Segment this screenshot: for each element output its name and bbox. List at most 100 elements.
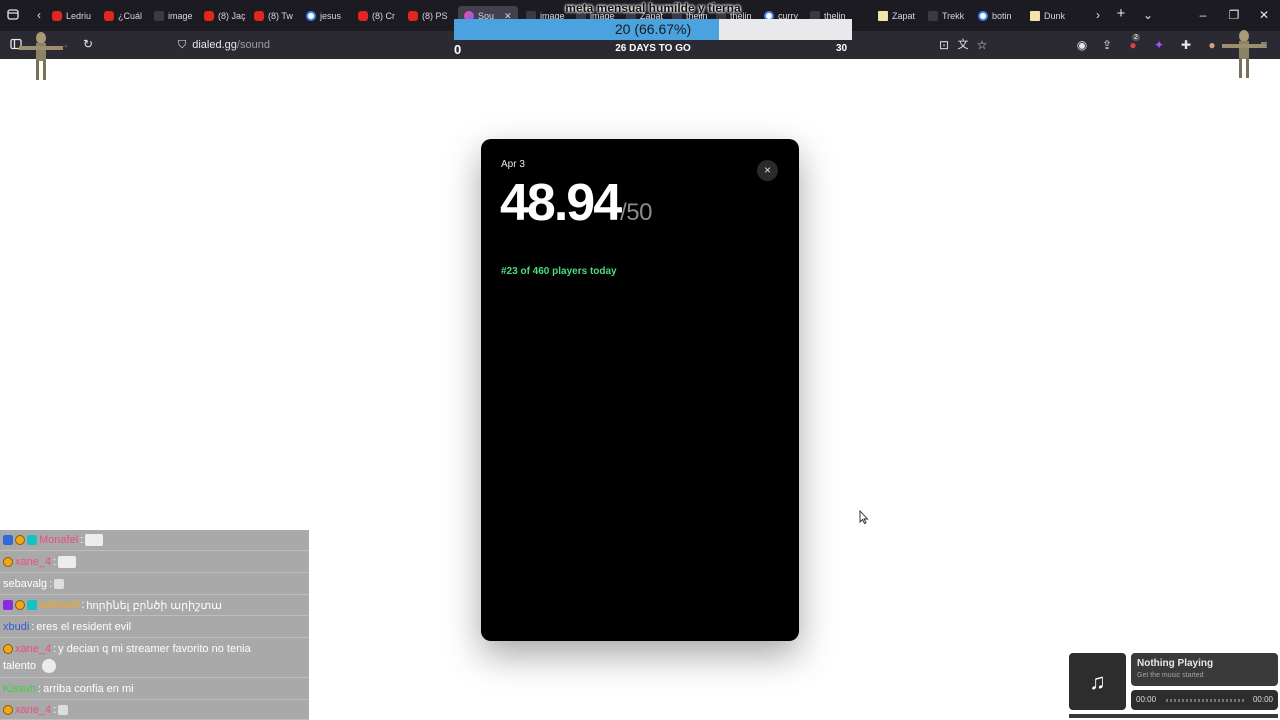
puzzle-extensions-icon[interactable]: ✚: [1179, 38, 1193, 52]
tab-7[interactable]: (8) PS: [408, 6, 448, 26]
youtube-icon: [408, 11, 418, 21]
mascot-left-icon: [19, 32, 63, 80]
tab-4[interactable]: (8) Tw: [254, 6, 293, 26]
player-rank: #23 of 460 players today: [501, 266, 617, 277]
tab-label: image: [168, 11, 193, 21]
mascot-right-icon: [1222, 30, 1266, 78]
extension-purple-icon[interactable]: ✦: [1152, 38, 1166, 52]
chat-message: Monafel :: [0, 530, 309, 551]
bookmark-star-icon[interactable]: ☆: [975, 38, 989, 52]
chat-emote-icon: [54, 578, 65, 589]
tab-scroll-left-icon[interactable]: ‹: [34, 8, 44, 22]
gold-badge-icon: [15, 600, 25, 610]
google-icon: [978, 11, 988, 21]
chat-separator: :: [81, 599, 85, 611]
goal-progress-bar: 20 (66.67%): [454, 19, 852, 40]
gold-badge-icon: [3, 556, 13, 567]
tab-19[interactable]: Dunk: [1030, 6, 1065, 26]
new-tab-icon[interactable]: +: [1114, 6, 1128, 21]
tab-6[interactable]: (8) Cr: [358, 6, 395, 26]
site-info-icon[interactable]: ⛉: [178, 39, 186, 52]
minimize-icon[interactable]: –: [1196, 8, 1210, 22]
tab-2[interactable]: image: [154, 6, 193, 26]
save-to-pocket-icon[interactable]: ⊡: [937, 38, 951, 52]
youtube-icon: [52, 11, 62, 21]
chat-separator: :: [31, 620, 35, 633]
chat-text: arriba confia en mi: [43, 682, 134, 695]
youtube-icon: [204, 11, 214, 21]
tab-18[interactable]: botin: [978, 6, 1012, 26]
chat-username[interactable]: sebavalg: [3, 578, 47, 590]
tab-0[interactable]: Ledriu: [52, 6, 91, 26]
now-playing-seek-track: [1166, 699, 1244, 702]
url-bar[interactable]: ⛉ dialed.gg/sound: [178, 35, 438, 55]
page-icon: [154, 11, 164, 21]
tab-label: (8) Cr: [372, 11, 395, 21]
chat-message: safewolf : hnրինել բրնծի արիշտա: [0, 595, 309, 616]
tab-16[interactable]: Zapat: [878, 6, 915, 26]
tab-label: botin: [992, 11, 1012, 21]
tab-1[interactable]: ¿Cuál: [104, 6, 142, 26]
chat-emote-icon: [85, 534, 104, 546]
youtube-icon: [254, 11, 264, 21]
now-playing-progress-strip: [1069, 714, 1278, 718]
google-icon: [306, 11, 316, 21]
now-playing-current-time: 00:00: [1136, 695, 1157, 704]
chat-username[interactable]: Monafel: [39, 534, 78, 546]
goal-max-label: 30: [836, 43, 848, 54]
chat-message: xane_4 : y decian q mi streamer favorito…: [0, 638, 309, 678]
url-domain: dialed.gg: [192, 39, 237, 51]
chat-username[interactable]: xane_4: [15, 556, 51, 568]
chat-message: xane_4 :: [0, 551, 309, 573]
restore-icon[interactable]: ❐: [1227, 8, 1241, 22]
prime-badge-icon: [3, 535, 13, 545]
tab-5[interactable]: jesus: [306, 6, 341, 26]
chat-message: sebavalg :: [0, 573, 309, 595]
chat-separator: :: [80, 534, 84, 546]
chat-username[interactable]: xane_4: [15, 704, 51, 716]
tab-label: (8) Jaç: [218, 11, 246, 21]
score-modal: Apr 3 48.94/50 #23 of 460 players today …: [481, 139, 799, 641]
score-value: 48.94: [500, 174, 622, 232]
tab-overview-icon[interactable]: [6, 8, 20, 23]
chat-separator: :: [53, 642, 57, 655]
tab-17[interactable]: Trekk: [928, 6, 964, 26]
chat-username[interactable]: safewolf: [39, 599, 79, 611]
score-display: 48.94/50: [500, 173, 653, 243]
modal-close-button[interactable]: ×: [757, 160, 778, 181]
list-all-tabs-icon[interactable]: ⌄: [1141, 8, 1155, 22]
chat-message: Kissuh : arriba confia en mi: [0, 678, 309, 700]
profile-avatar-icon[interactable]: ●: [1205, 38, 1219, 52]
chat-username[interactable]: Kissuh: [3, 683, 36, 695]
youtube-icon: [358, 11, 368, 21]
tab-label: Trekk: [942, 11, 965, 21]
now-playing-title: Nothing Playing: [1137, 658, 1214, 669]
chat-emote-icon: [58, 555, 77, 568]
chat-separator: :: [53, 555, 57, 568]
chat-emote-icon: [42, 658, 57, 673]
score-max: /50: [620, 199, 653, 226]
goal-title: meta mensual humilde y tierna: [565, 1, 741, 15]
chat-emote-icon: [58, 704, 69, 715]
tab-label: (8) PS: [422, 11, 448, 21]
cyan-badge-icon: [27, 600, 37, 610]
tab-3[interactable]: (8) Jaç: [204, 6, 246, 26]
extensions-share-icon[interactable]: ⇪: [1100, 38, 1114, 52]
chat-message: xane_4 :: [0, 700, 309, 720]
reload-icon[interactable]: ↻: [81, 37, 95, 51]
chat-separator: :: [49, 577, 53, 590]
close-window-icon[interactable]: ✕: [1257, 8, 1271, 22]
chat-username[interactable]: xane_4: [15, 643, 51, 655]
now-playing-info: Nothing Playing Get the music started: [1131, 653, 1278, 686]
music-note-icon: ♫: [1069, 653, 1126, 710]
translate-icon[interactable]: 文: [956, 38, 970, 52]
tab-scroll-right-icon[interactable]: ›: [1093, 8, 1103, 22]
tab-label: Ledriu: [66, 11, 92, 21]
tab-label: Dunk: [1044, 11, 1066, 21]
gold-badge-icon: [3, 643, 13, 654]
close-icon: ×: [763, 163, 771, 177]
tab-label: ¿Cuál: [118, 11, 143, 21]
url-path: /sound: [236, 39, 270, 51]
chat-username[interactable]: xbudi: [3, 621, 29, 633]
account-icon[interactable]: ◉: [1075, 38, 1089, 52]
